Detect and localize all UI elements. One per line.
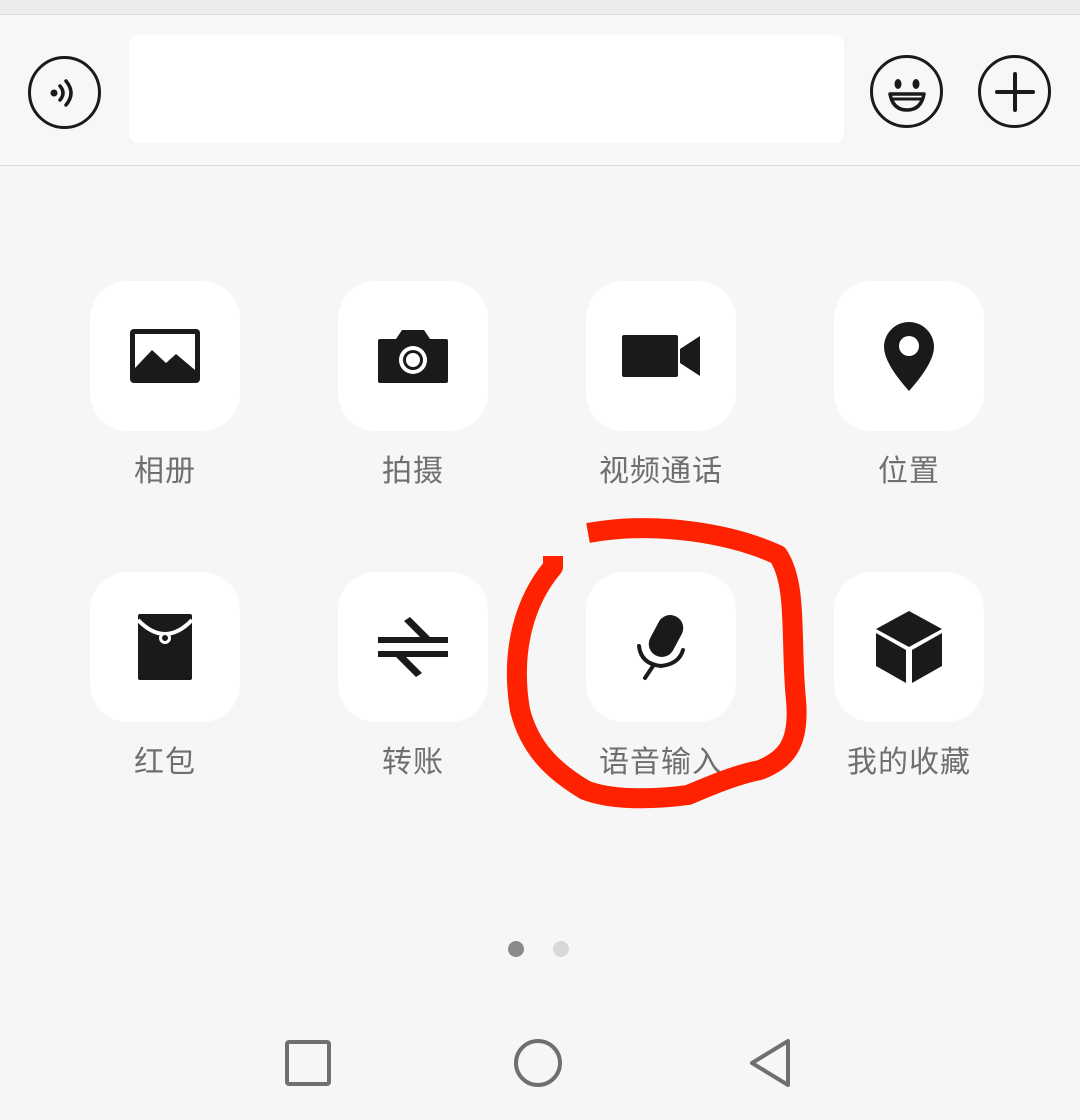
location-pin-icon (884, 322, 934, 391)
action-tile[interactable] (834, 281, 984, 431)
red-packet-icon (136, 614, 194, 680)
system-navigation-bar (0, 1000, 1080, 1120)
action-tile[interactable] (90, 572, 240, 722)
action-voice-input[interactable]: 语音输入 (536, 572, 736, 792)
action-label: 视频通话 (599, 454, 723, 489)
action-camera[interactable]: 拍摄 (288, 281, 488, 501)
action-transfer[interactable]: 转账 (288, 572, 488, 792)
action-tile[interactable] (90, 281, 240, 431)
action-panel: 相册 拍摄 视频通话 位置 红包 转账 语音输入 我的收藏 (0, 166, 1080, 996)
page-dot-active[interactable] (508, 941, 524, 957)
status-strip (0, 0, 1080, 15)
action-tile[interactable] (338, 572, 488, 722)
square-icon (285, 1040, 331, 1086)
emoji-button[interactable] (870, 55, 943, 128)
page-indicator (508, 941, 578, 959)
action-label: 位置 (878, 454, 940, 489)
microphone-icon (637, 615, 685, 680)
home-button[interactable] (508, 1033, 568, 1093)
triangle-back-icon (750, 1039, 790, 1087)
video-call-icon (622, 335, 700, 377)
action-tile[interactable] (338, 281, 488, 431)
more-actions-button[interactable] (978, 55, 1051, 128)
back-button[interactable] (738, 1033, 798, 1093)
action-label: 语音输入 (599, 745, 723, 780)
message-text-field[interactable] (129, 35, 844, 143)
voice-wave-icon (50, 78, 73, 107)
action-label: 转账 (382, 745, 444, 780)
page-dot-inactive[interactable] (553, 941, 569, 957)
recent-apps-button[interactable] (278, 1033, 338, 1093)
action-label: 拍摄 (382, 454, 444, 489)
action-location[interactable]: 位置 (784, 281, 984, 501)
action-favorites[interactable]: 我的收藏 (784, 572, 984, 792)
chat-input-bar (0, 15, 1080, 166)
action-label: 红包 (134, 745, 196, 780)
camera-icon (378, 330, 448, 383)
action-video-call[interactable]: 视频通话 (536, 281, 736, 501)
transfer-arrows-icon (378, 617, 448, 677)
action-label: 我的收藏 (847, 745, 971, 780)
emoji-smile-icon (887, 78, 926, 112)
action-label: 相册 (134, 454, 196, 489)
photo-album-icon (130, 329, 200, 383)
action-red-packet[interactable]: 红包 (40, 572, 240, 792)
action-tile[interactable] (586, 281, 736, 431)
voice-toggle-button[interactable] (28, 56, 101, 129)
action-album[interactable]: 相册 (40, 281, 240, 501)
favorites-cube-icon (876, 611, 942, 683)
action-tile[interactable] (586, 572, 736, 722)
action-tile[interactable] (834, 572, 984, 722)
plus-icon (994, 71, 1035, 112)
circle-icon (514, 1039, 562, 1087)
